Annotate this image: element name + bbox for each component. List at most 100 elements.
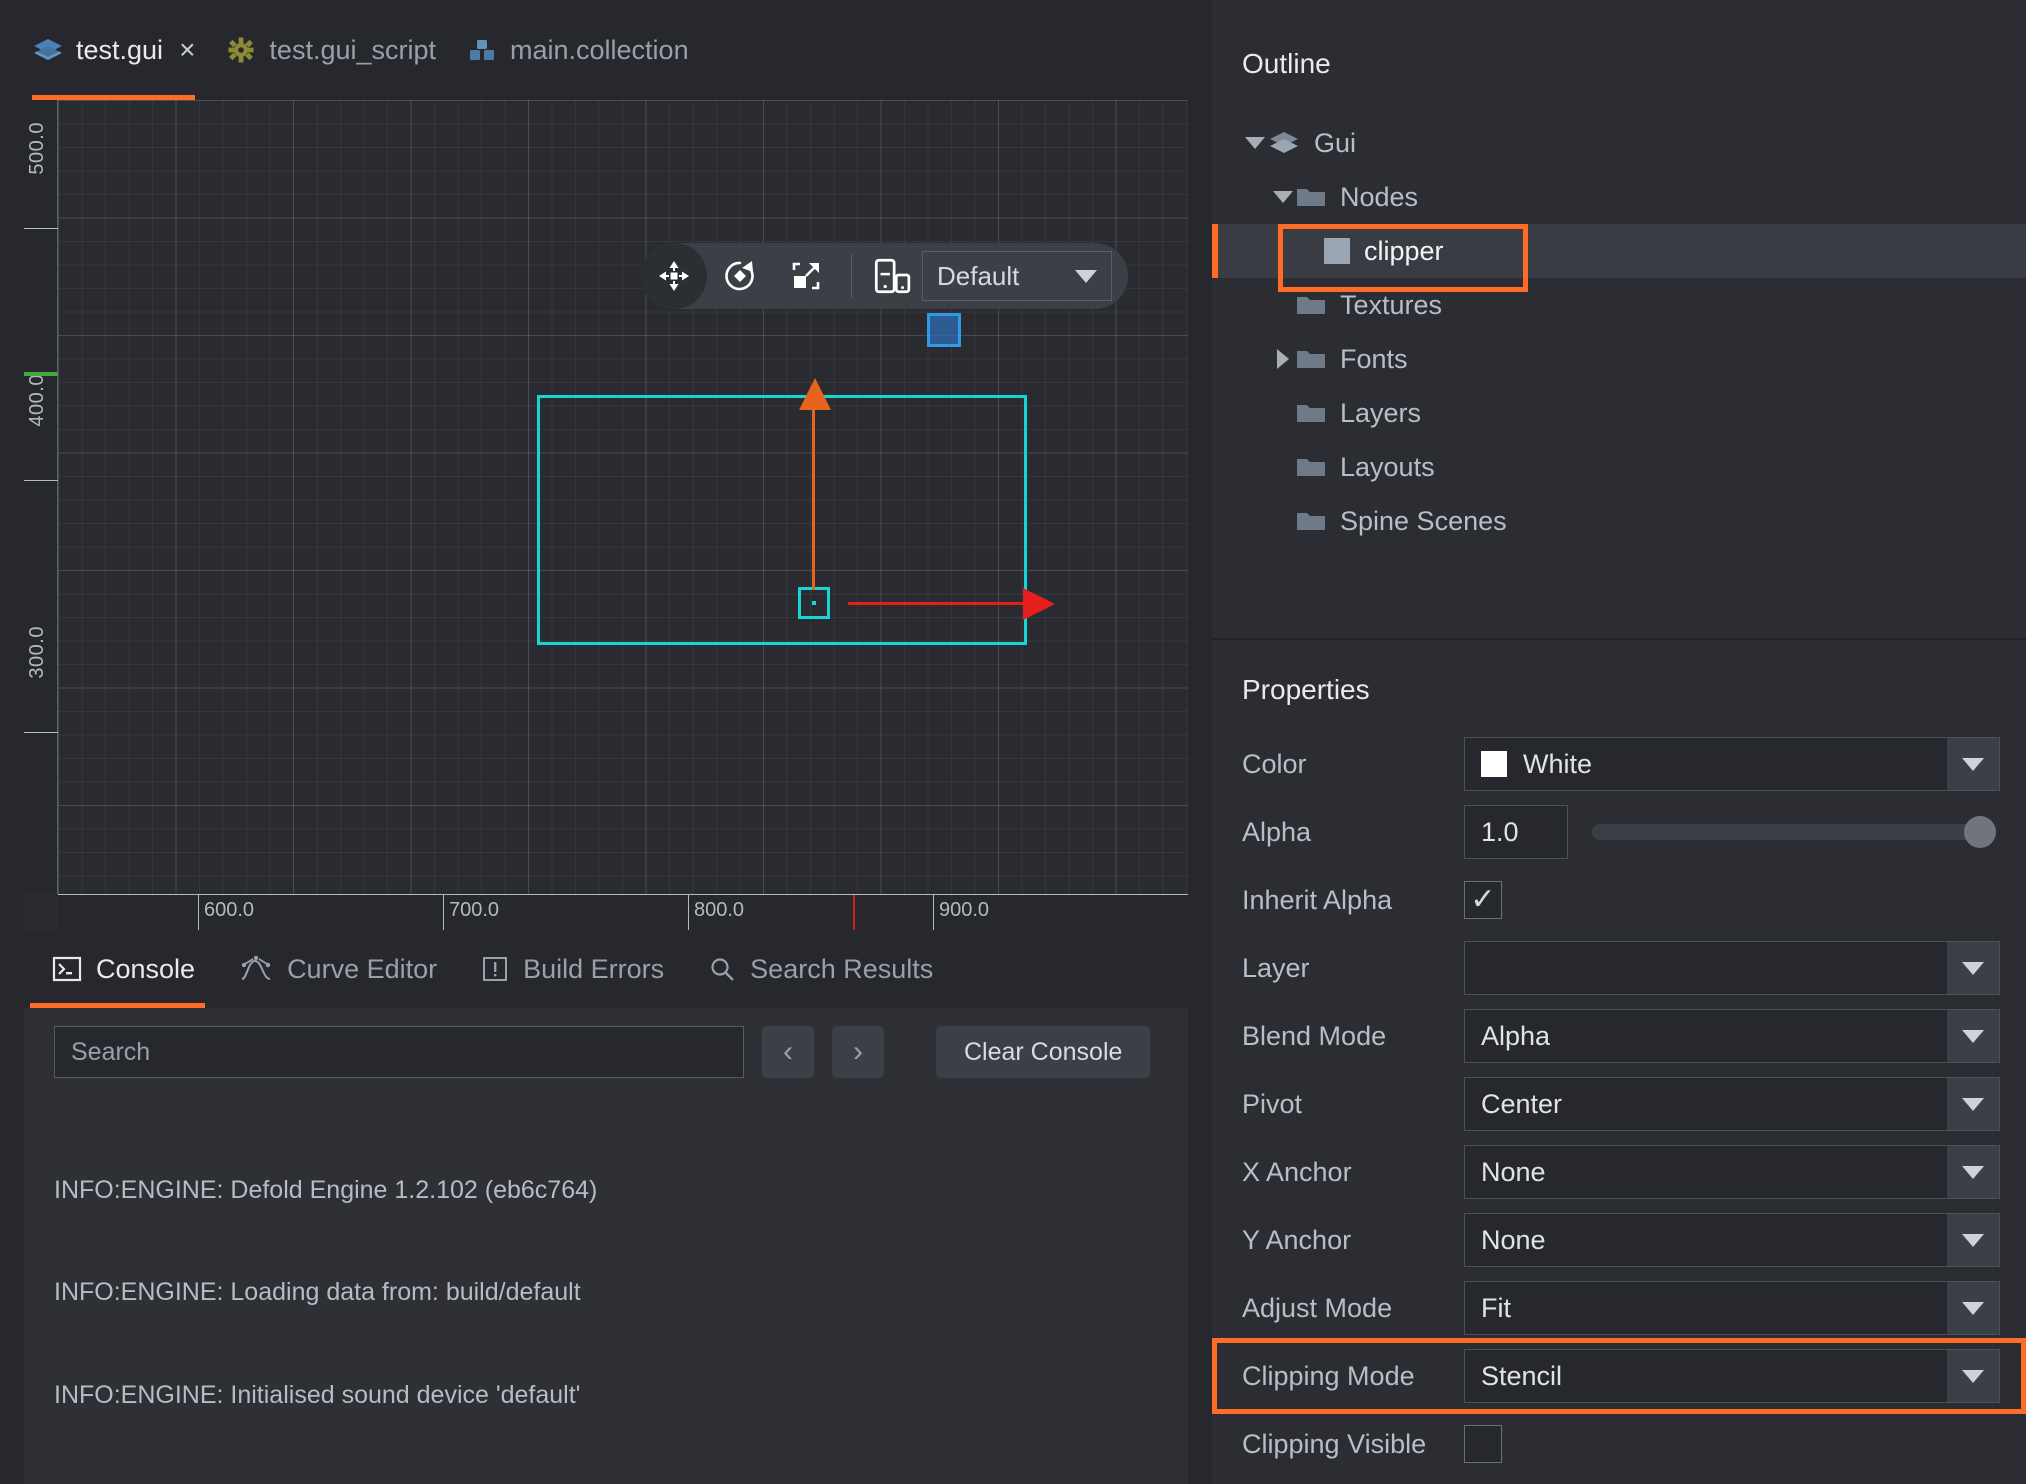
tab-test-gui-script[interactable]: test.gui_script <box>217 0 458 100</box>
rotate-tool-button[interactable] <box>707 243 773 309</box>
outline-node-nodes[interactable]: Nodes <box>1212 170 2026 224</box>
chevron-down-icon[interactable] <box>1947 738 1999 790</box>
tab-build-errors[interactable]: Build Errors <box>459 930 686 1008</box>
property-label: Pivot <box>1242 1088 1303 1119</box>
clipping-mode-combo[interactable]: Stencil <box>1464 1349 2000 1403</box>
property-row-pivot: Pivot Center <box>1212 1070 2026 1138</box>
move-icon <box>659 261 689 291</box>
chevron-down-icon[interactable] <box>1947 1214 1999 1266</box>
chevron-down-icon[interactable] <box>1947 1078 1999 1130</box>
pivot-combo[interactable]: Center <box>1464 1077 2000 1131</box>
outline-node-textures[interactable]: Textures <box>1212 278 2026 332</box>
scene-grid <box>58 100 1188 894</box>
outline-node-fonts[interactable]: Fonts <box>1212 332 2026 386</box>
console-prev-button[interactable]: ‹ <box>762 1026 814 1078</box>
property-row-y-anchor: Y Anchor None <box>1212 1206 2026 1274</box>
outline-node-clipper[interactable]: clipper <box>1212 224 2026 278</box>
outline-node-layers[interactable]: Layers <box>1212 386 2026 440</box>
property-label: X Anchor <box>1242 1156 1352 1187</box>
outline-node-label: clipper <box>1364 235 1444 266</box>
properties-section: Properties Color White Alpha 1.0 Inherit… <box>1212 640 2026 1484</box>
chevron-down-icon <box>1075 269 1097 283</box>
console-toolbar: ‹ › Clear Console <box>24 1008 1188 1096</box>
outline-node-layouts[interactable]: Layouts <box>1212 440 2026 494</box>
twisty-down-icon[interactable] <box>1270 191 1296 203</box>
console-log-line: INFO:ENGINE: Loading data from: build/de… <box>54 1278 581 1307</box>
inherit-alpha-checkbox[interactable]: ✓ <box>1464 881 1502 919</box>
x-anchor-combo[interactable]: None <box>1464 1145 2000 1199</box>
twisty-down-icon[interactable] <box>1242 137 1268 149</box>
outline-node-spine-scenes[interactable]: Spine Scenes <box>1212 494 2026 548</box>
outline-node-label: Textures <box>1340 289 1443 320</box>
scene-viewport[interactable]: 500.0 400.0 300.0 600.0 700.0 800.0 900.… <box>24 100 1188 930</box>
alpha-slider[interactable] <box>1592 816 1996 848</box>
console-tab-label: Search Results <box>750 953 934 984</box>
tab-search-results[interactable]: Search Results <box>686 930 955 1008</box>
blend-mode-combo[interactable]: Alpha <box>1464 1009 2000 1063</box>
clipping-visible-checkbox[interactable] <box>1464 1425 1502 1463</box>
warning-icon <box>483 957 508 981</box>
curve-icon <box>241 955 271 980</box>
twisty-right-icon[interactable] <box>1270 349 1296 369</box>
tab-curve-editor[interactable]: Curve Editor <box>217 930 459 1008</box>
outline-node-label: Layers <box>1340 397 1422 428</box>
console-log-line: INFO:ENGINE: Initialised sound device 'd… <box>54 1381 581 1409</box>
outline-node-label: Fonts <box>1340 343 1408 374</box>
tab-console[interactable]: Console <box>30 930 217 1008</box>
property-row-color: Color White <box>1212 730 2026 798</box>
alpha-slider-knob[interactable] <box>1964 816 1996 848</box>
property-row-clipping-visible: Clipping Visible <box>1212 1410 2026 1478</box>
outline-node-label: Layouts <box>1340 451 1435 482</box>
outline-node-label: Spine Scenes <box>1340 505 1507 536</box>
outline-node-gui[interactable]: Gui <box>1212 116 2026 170</box>
property-label: Layer <box>1242 952 1310 983</box>
property-row-clipping-mode: Clipping Mode Stencil <box>1212 1342 2026 1410</box>
adjust-mode-combo-value: Fit <box>1481 1292 1511 1323</box>
right-panel: Outline Gui Nodes clipper Textures Fonts… <box>1212 0 2026 1484</box>
scale-tool-button[interactable] <box>773 243 839 309</box>
clear-console-button[interactable]: Clear Console <box>936 1026 1151 1078</box>
folder-icon <box>1297 459 1325 476</box>
tab-main-collection[interactable]: main.collection <box>458 0 711 100</box>
ruler-v-label: 400.0 <box>26 374 48 427</box>
script-gear-icon <box>228 37 254 63</box>
ruler-h-origin-marker <box>853 895 855 930</box>
property-row-layer: Layer <box>1212 934 2026 1002</box>
collection-icon <box>470 40 494 60</box>
tab-close-icon[interactable]: × <box>179 36 195 64</box>
tab-test-gui[interactable]: test.gui × <box>24 0 217 100</box>
chevron-down-icon[interactable] <box>1947 1146 1999 1198</box>
ruler-h-label: 600.0 <box>204 899 255 921</box>
outline-node-label: Gui <box>1314 127 1357 158</box>
chevron-down-icon[interactable] <box>1947 1010 1999 1062</box>
move-tool-button[interactable] <box>641 243 707 309</box>
console-tab-label: Console <box>96 953 196 984</box>
console-search-input[interactable] <box>54 1026 744 1078</box>
color-combo[interactable]: White <box>1464 737 2000 791</box>
tab-label: test.gui_script <box>269 34 436 65</box>
layer-combo[interactable] <box>1464 941 2000 995</box>
alpha-input[interactable] <box>1464 805 1568 859</box>
ruler-h-label: 900.0 <box>939 899 990 921</box>
editor-column: test.gui × test.gui_script main.collecti… <box>0 0 1212 1484</box>
y-anchor-combo[interactable]: None <box>1464 1213 2000 1267</box>
folder-icon <box>1297 351 1325 368</box>
chevron-down-icon[interactable] <box>1947 1282 1999 1334</box>
adjust-mode-combo[interactable]: Fit <box>1464 1281 2000 1335</box>
vertical-ruler: 500.0 400.0 300.0 <box>24 100 58 894</box>
console-next-button[interactable]: › <box>832 1026 884 1078</box>
layout-dropdown-value: Default <box>937 260 1020 291</box>
color-combo-value: White <box>1523 748 1593 779</box>
terminal-icon <box>52 956 82 982</box>
property-label: Blend Mode <box>1242 1020 1387 1051</box>
folder-icon <box>1297 405 1325 422</box>
ruler-h-label: 700.0 <box>449 899 500 921</box>
tab-label: main.collection <box>510 34 689 65</box>
chevron-down-icon[interactable] <box>1947 942 1999 994</box>
horizontal-ruler: 600.0 700.0 800.0 900.0 <box>58 894 1188 930</box>
chevron-down-icon[interactable] <box>1947 1350 1999 1402</box>
property-label: Alpha <box>1242 816 1312 847</box>
device-layout-icon <box>874 258 911 294</box>
layout-dropdown[interactable]: Default <box>922 251 1112 301</box>
console-tab-bar: Console Curve Editor Build Errors Search… <box>0 930 1212 1008</box>
